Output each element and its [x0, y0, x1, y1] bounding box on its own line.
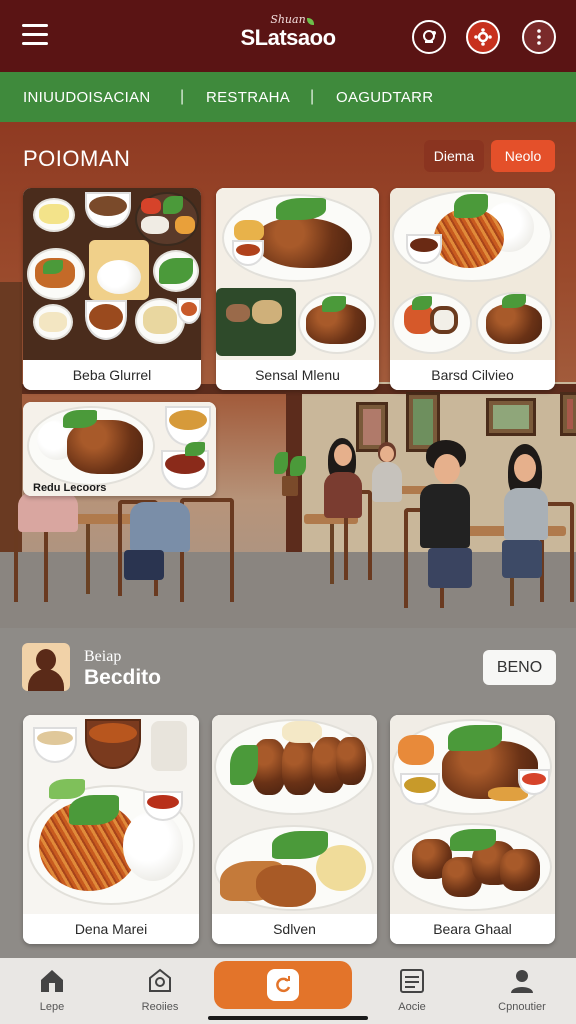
nav-label: Aocie: [398, 1001, 426, 1013]
food-image: [390, 715, 555, 914]
menu-card[interactable]: Sensal Mlenu: [216, 188, 379, 390]
card-caption: Barsd Cilvieo: [390, 360, 555, 390]
diner-person: [372, 442, 412, 532]
list-icon: [400, 969, 424, 993]
filter-chip-active[interactable]: Neolo: [491, 140, 555, 172]
food-image: [212, 715, 377, 914]
divider: |: [180, 88, 185, 105]
diner-person: [320, 438, 380, 538]
food-image: [23, 715, 199, 914]
refresh-icon: [276, 976, 291, 993]
diner-person: [500, 444, 560, 604]
diner-person: [418, 440, 488, 610]
category-tab-1[interactable]: INIUUDOISACIAN: [23, 89, 151, 106]
nav-home[interactable]: Lepe: [12, 966, 92, 1016]
category-tab-2[interactable]: RESTRAHA: [206, 89, 290, 106]
card-caption: Sensal Mlenu: [216, 360, 379, 390]
section-title: Becdito: [84, 666, 162, 689]
menu-card[interactable]: Beba Glurrel: [23, 188, 201, 390]
nav-label: Cpnoutier: [498, 1001, 546, 1013]
card-caption: Redu Lecoors: [33, 482, 107, 494]
menu-card[interactable]: Beara Ghaal: [390, 715, 555, 944]
section-subtitle: Beiap: [84, 648, 122, 665]
menu-card[interactable]: Redu Lecoors: [23, 402, 216, 496]
brand-logo: Shuan SLatsaoo: [232, 14, 344, 50]
hero-section: POIOMAN Diema Neolo Beba Glurrel Sensal …: [0, 122, 576, 628]
home-icon: [41, 970, 63, 992]
nav-activity[interactable]: Aocie: [372, 966, 452, 1016]
food-box-icon: [149, 968, 171, 992]
nav-label: Reoiies: [141, 1001, 179, 1013]
nav-center-button[interactable]: [214, 961, 352, 1009]
menu-card[interactable]: Barsd Cilvieo: [390, 188, 555, 390]
food-image: [216, 188, 379, 360]
category-nav: INIUUDOISACIAN | RESTRAHA | OAGUDTARR: [0, 72, 576, 122]
settings-button[interactable]: [466, 20, 500, 54]
wall-painting: [560, 392, 576, 436]
menu-card[interactable]: Sdlven: [212, 715, 377, 944]
section-title: POIOMAN: [23, 146, 131, 171]
potted-plant: [270, 452, 310, 498]
menu-card[interactable]: Dena Marei: [23, 715, 199, 944]
category-tab-3[interactable]: OAGUDTARR: [336, 89, 433, 106]
menu-icon[interactable]: [22, 24, 48, 46]
more-options-button[interactable]: [522, 20, 556, 54]
filter-chip[interactable]: Diema: [424, 140, 484, 172]
avatar[interactable]: [22, 643, 70, 691]
nav-account[interactable]: Cpnoutier: [482, 966, 562, 1016]
brand-name: SLatsaoo: [240, 25, 336, 50]
diner-person: [110, 482, 200, 592]
nav-recipes[interactable]: Reoiies: [120, 966, 200, 1016]
featured-section: Beiap Becdito BENO Dena Marei Sdlven Bea…: [0, 628, 576, 958]
card-caption: Dena Marei: [23, 914, 199, 944]
chef-hat-button[interactable]: [412, 20, 446, 54]
chef-hat-icon: [423, 30, 436, 43]
wall-painting: [486, 398, 536, 436]
diner-person: [18, 492, 88, 582]
person-icon: [511, 970, 533, 993]
card-caption: Beba Glurrel: [23, 360, 201, 390]
gear-icon: [474, 28, 492, 46]
nav-label: Lepe: [39, 1001, 65, 1013]
home-indicator: [208, 1016, 368, 1020]
section-action-button[interactable]: BENO: [483, 650, 556, 685]
divider: |: [310, 88, 315, 105]
card-caption: Sdlven: [212, 914, 377, 944]
food-image: [390, 188, 555, 360]
more-vertical-icon: [537, 29, 541, 45]
food-image: [23, 188, 201, 360]
card-caption: Beara Ghaal: [390, 914, 555, 944]
bottom-nav: Lepe Reoiies Aocie Cpnoutier: [0, 958, 576, 1024]
app-bar: Shuan SLatsaoo: [0, 0, 576, 72]
